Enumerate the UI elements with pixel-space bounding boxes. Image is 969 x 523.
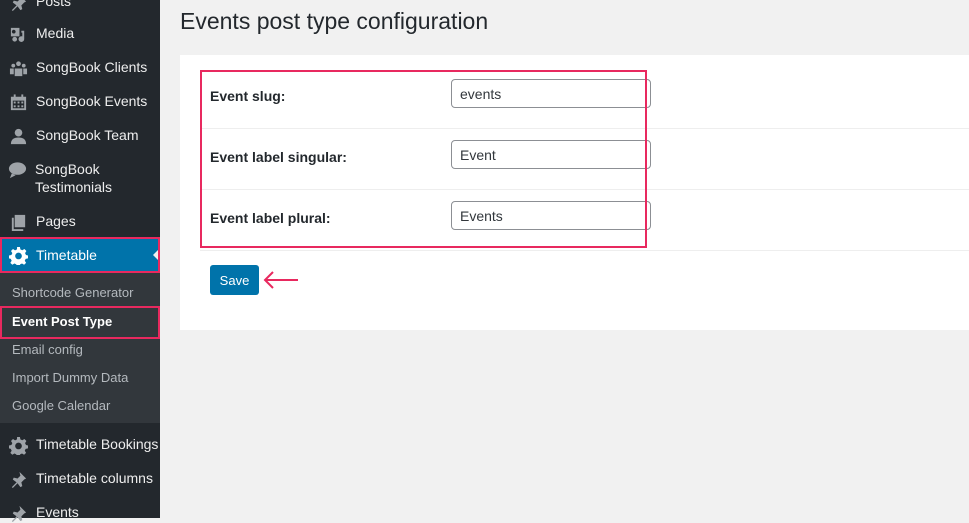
pin-icon [8,0,28,12]
event-label-singular-input[interactable] [451,140,651,169]
groups-icon [8,58,28,78]
submenu-email-config[interactable]: Email config [12,342,83,357]
settings-panel: Event slug: Event label singular: Event … [180,55,969,330]
sidebar-item-songbook-team[interactable]: SongBook Team [0,126,160,146]
sidebar-item-pages[interactable]: Pages [0,212,160,232]
sidebar-item-timetable-bookings[interactable]: Timetable Bookings [0,435,160,455]
sidebar-item-media[interactable]: Media [0,24,160,44]
sidebar-item-timetable[interactable]: Timetable [0,238,160,272]
save-button[interactable]: Save [210,265,259,295]
field-row-event-slug: Event slug: [200,67,969,129]
field-row-event-label-plural: Event label plural: [200,189,969,251]
sidebar-item-timetable-columns[interactable]: Timetable columns [0,469,160,489]
arrow-left-icon [263,271,298,289]
submenu-import-dummy-data[interactable]: Import Dummy Data [12,370,128,385]
media-icon [8,24,28,44]
submenu-google-calendar[interactable]: Google Calendar [12,398,110,413]
admin-sidebar: Posts Media SongBook Clients SongBook Ev… [0,0,160,522]
pin-icon [8,469,28,489]
event-slug-input[interactable] [451,79,651,108]
sidebar-item-songbook-testimonials[interactable]: SongBook Testimonials [0,160,130,196]
sidebar-item-posts[interactable]: Posts [0,0,160,12]
current-menu-arrow [153,248,160,262]
user-icon [8,126,28,146]
timetable-submenu: Shortcode Generator Event Post Type Emai… [0,273,160,423]
sidebar-item-events[interactable]: Events [0,503,160,523]
sidebar-item-songbook-events[interactable]: SongBook Events [0,92,160,112]
event-slug-label: Event slug: [210,88,286,104]
testimonial-icon [8,160,27,180]
field-row-event-label-singular: Event label singular: [200,128,969,190]
sidebar-item-songbook-clients[interactable]: SongBook Clients [0,58,160,78]
submenu-event-post-type[interactable]: Event Post Type [12,314,112,329]
event-label-singular-label: Event label singular: [210,149,347,165]
gear-icon [8,245,28,265]
main-content: Events post type configuration Event slu… [160,0,969,518]
page-title: Events post type configuration [180,8,489,34]
gear-icon [8,435,28,455]
calendar-icon [8,92,28,112]
pin-icon [8,503,28,523]
submenu-shortcode-generator[interactable]: Shortcode Generator [12,285,133,300]
event-label-plural-label: Event label plural: [210,210,331,226]
pages-icon [8,212,28,232]
event-label-plural-input[interactable] [451,201,651,230]
